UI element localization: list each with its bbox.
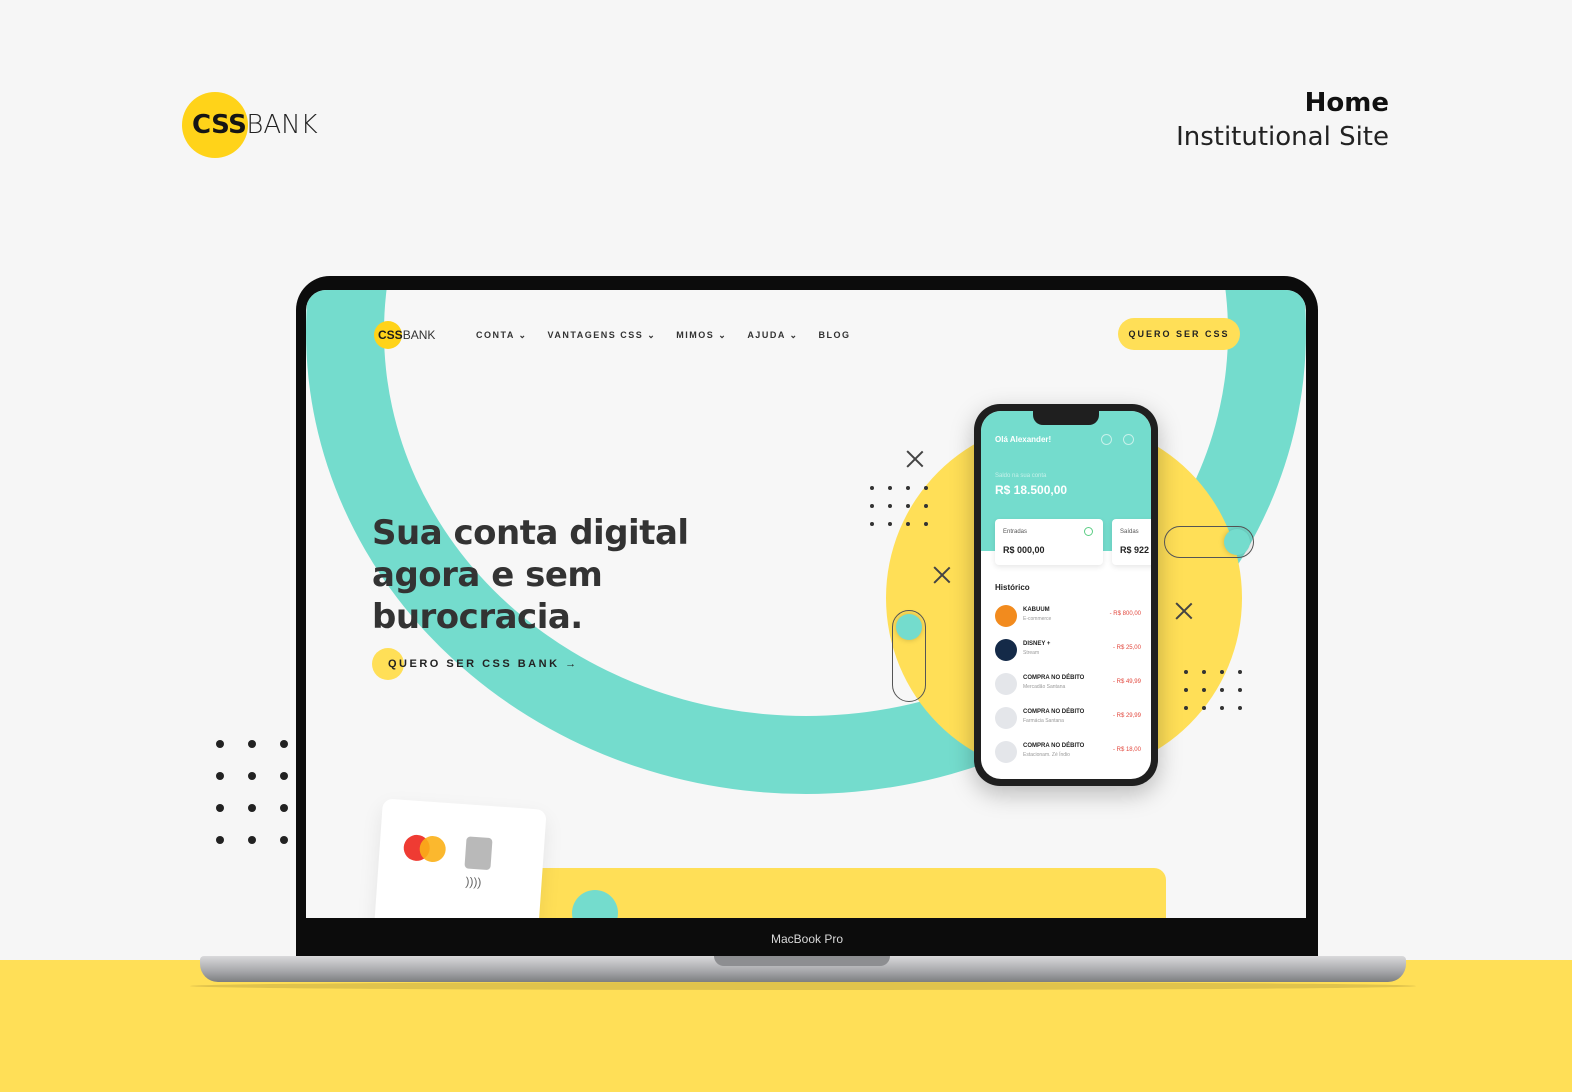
transaction-name: DISNEY + [1023,641,1051,647]
transaction-amount: - R$ 29,99 [1112,713,1141,719]
presentation-logo: CSS BANK [182,92,318,158]
transaction-row[interactable]: COMPRA NO DÉBITO Estacionam. Zé Índio - … [995,741,1141,763]
expense-label: Saídas [1120,529,1139,535]
nav-item-mimos[interactable]: MIMOS ⌄ [676,330,727,341]
transaction-row[interactable]: KABUUM E-commerce - R$ 800,00 [995,605,1141,627]
hero-title: Sua conta digital agora e sem burocracia… [372,512,689,638]
transaction-desc: Estacionam. Zé Índio [1023,752,1070,758]
phone-screen: Olá Alexander! Saldo na sua conta R$ 18.… [981,411,1151,779]
x-mark-icon [906,450,924,468]
hero-title-line: agora e sem [372,555,603,595]
transaction-name: KABUUM [1023,607,1050,613]
presentation-title: Home [1304,88,1389,118]
transaction-amount: - R$ 49,99 [1112,679,1141,685]
transaction-name: COMPRA NO DÉBITO [1023,675,1085,681]
presentation-title-block: Home Institutional Site [1176,88,1389,152]
site-logo-bank: BANK [402,328,436,342]
transaction-desc: Mercadão Santana [1023,684,1066,690]
quero-ser-css-button[interactable]: QUERO SER CSS [1118,318,1240,350]
contactless-icon: )))) [465,874,482,890]
history-title: Histórico [995,583,1030,592]
phone-notch [1033,411,1099,425]
credit-card-image: )))) [373,798,547,918]
income-label: Entradas [1003,529,1028,535]
settings-icon[interactable] [1123,434,1134,445]
hero-title-line: burocracia. [372,597,583,637]
mastercard-icon [418,835,447,863]
transaction-desc: E-commerce [1023,616,1052,622]
site-logo[interactable]: CSS BANK [374,320,436,350]
card-icon [995,673,1017,695]
nav-item-vantagens[interactable]: VANTAGENS CSS ⌄ [548,330,657,341]
expense-card[interactable]: Saídas R$ 922 [1112,519,1151,565]
nav-links: CONTA ⌄ VANTAGENS CSS ⌄ MIMOS ⌄ AJUDA ⌄ … [476,330,851,341]
hero-title-line: Sua conta digital [372,513,689,553]
nav-item-blog[interactable]: BLOG [819,330,851,341]
transaction-name: COMPRA NO DÉBITO [1023,709,1085,715]
x-mark-icon [933,566,951,584]
transaction-desc: Stream [1023,650,1040,656]
hero-cta-label: QUERO SER CSS BANK → [388,658,579,670]
site-logo-css: CSS [378,328,403,342]
transaction-name: COMPRA NO DÉBITO [1023,743,1085,749]
phone-mockup: Olá Alexander! Saldo na sua conta R$ 18.… [974,404,1158,786]
transaction-row[interactable]: DISNEY + Stream - R$ 25,00 [995,639,1141,661]
card-icon [995,707,1017,729]
hero-cta-link[interactable]: QUERO SER CSS BANK → [372,648,579,680]
device-label: MacBook Pro [770,932,844,946]
dot-grid-decoration [870,486,928,526]
logo-bank-text: BANK [246,110,318,140]
eye-icon[interactable] [1101,434,1112,445]
presentation-canvas: CSS BANK Home Institutional Site CSS BAN… [0,0,1572,1092]
expense-value: R$ 922 [1120,545,1150,555]
balance-value: R$ 18.500,00 [995,483,1068,497]
nav-item-conta[interactable]: CONTA ⌄ [476,330,528,341]
x-mark-icon [1175,602,1193,620]
balance-label: Saldo na sua conta [995,473,1047,479]
transaction-row[interactable]: COMPRA NO DÉBITO Farmácia Santana - R$ 2… [995,707,1141,729]
transaction-desc: Farmácia Santana [1023,718,1064,724]
merchant-avatar-icon [995,639,1017,661]
laptop-shadow [190,982,1416,990]
macbook-frame: CSS BANK CONTA ⌄ VANTAGENS CSS ⌄ MIMOS ⌄… [296,276,1318,966]
transaction-amount: - R$ 18,00 [1112,747,1141,753]
nav-item-ajuda[interactable]: AJUDA ⌄ [747,330,798,341]
card-chip-icon [464,836,493,871]
income-value: R$ 000,00 [1003,545,1045,555]
transaction-amount: - R$ 25,00 [1112,645,1141,651]
site-navbar: CSS BANK CONTA ⌄ VANTAGENS CSS ⌄ MIMOS ⌄… [374,318,1240,352]
logo-css-text: CSS [192,110,247,140]
dot-grid-decoration [1184,670,1242,710]
income-card[interactable]: Entradas R$ 000,00 [995,519,1103,565]
merchant-avatar-icon [995,605,1017,627]
transaction-row[interactable]: COMPRA NO DÉBITO Mercadão Santana - R$ 4… [995,673,1141,695]
income-icon [1084,527,1093,536]
phone-greeting: Olá Alexander! [995,435,1052,444]
presentation-subtitle: Institutional Site [1176,122,1389,152]
card-icon [995,741,1017,763]
vertical-toggle-decoration [892,610,926,702]
transaction-amount: - R$ 800,00 [1109,611,1141,617]
macbook-hinge-notch [714,956,890,966]
laptop-screen: CSS BANK CONTA ⌄ VANTAGENS CSS ⌄ MIMOS ⌄… [306,290,1306,918]
horizontal-toggle-decoration [1164,526,1254,558]
decorative-dot-grid [216,740,288,844]
